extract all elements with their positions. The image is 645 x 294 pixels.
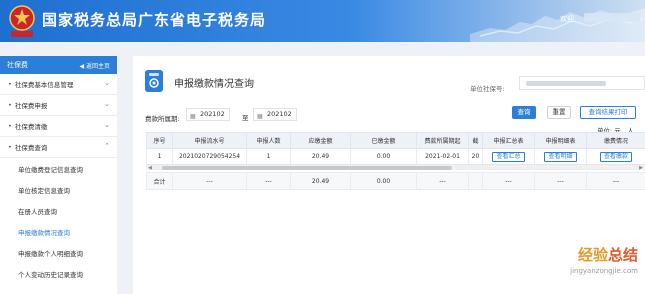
sidebar-subitem-personal-history[interactable]: 个人变动历史记录查询 — [0, 263, 117, 284]
tax-emblem-icon — [9, 5, 35, 37]
summary-cell: --- — [416, 172, 469, 190]
chevron-down-icon: ⌄ — [104, 79, 110, 87]
sidebar-item-label: 社保费申报 — [14, 102, 48, 110]
watermark-url: jingyanzongjie.com — [570, 267, 638, 275]
table-cell: 1 — [146, 148, 173, 165]
calendar-icon: ▦ — [190, 113, 196, 120]
bullet-icon: • — [8, 101, 12, 109]
table-summary-row: 合计 --- --- 20.49 0.00 --- --- --- --- — [146, 172, 645, 190]
sidebar-item-query[interactable]: • 社保费查询 ⌃ — [0, 137, 117, 158]
calendar-icon: ▦ — [257, 113, 263, 120]
column-header: 截 — [468, 132, 483, 149]
sidebar-subitem-unit-registration[interactable]: 单位缴费登记信息查询 — [0, 158, 117, 179]
table-cell: 2021-02-01 — [416, 148, 469, 165]
date-from-input[interactable]: ▦ 202102 — [186, 108, 230, 121]
chevron-down-icon: ⌄ — [104, 121, 110, 129]
welcome-text: 欢迎, — [560, 15, 577, 23]
table-cell: 查看缴款 — [586, 148, 645, 165]
table-cell: 0.00 — [350, 148, 417, 165]
date-range-separator: 至 — [242, 114, 249, 122]
summary-cell: --- — [534, 172, 587, 190]
site-title: 国家税务总局广东省电子税务局 — [42, 11, 267, 29]
table-horizontal-scrollbar[interactable]: ◀ ▶ — [146, 164, 645, 171]
site-watermark: 经验总结 jingyanzongjie.com — [478, 244, 638, 275]
unit-social-security-label: 单位社保号: — [470, 85, 505, 93]
reset-button[interactable]: 重置 — [547, 106, 571, 119]
date-from-value: 202102 — [200, 110, 225, 118]
scrollbar-thumb[interactable] — [162, 166, 452, 170]
summary-cell: 0.00 — [350, 172, 417, 190]
summary-cell: --- — [172, 172, 247, 190]
watermark-logo-text: 经验总结 — [577, 246, 638, 264]
view-summary-button[interactable]: 查看汇总 — [492, 151, 525, 162]
column-header: 申报明细表 — [534, 132, 587, 149]
sidebar-item-declare[interactable]: • 社保费申报 ⌄ — [0, 95, 117, 116]
summary-cell — [468, 172, 483, 190]
query-button[interactable]: 查询 — [512, 106, 536, 119]
username-redacted — [584, 13, 640, 22]
results-table: 序号 申报流水号 申报人数 应缴金额 已缴金额 费款所属期起 截 申报汇总表 申… — [146, 132, 645, 190]
sidebar-item-basic-info[interactable]: • 社保费基本信息管理 ⌄ — [0, 74, 117, 95]
table-row: 1 2021020729054254 1 20.49 0.00 2021-02-… — [146, 148, 645, 165]
column-header: 已缴金额 — [350, 132, 417, 149]
page-title: 申报缴款情况查询 — [174, 79, 254, 90]
unit-number-redacted — [526, 81, 606, 86]
table-cell: 查看明细 — [534, 148, 587, 165]
column-header: 申报人数 — [246, 132, 291, 149]
date-to-value: 202102 — [267, 110, 292, 118]
print-results-button[interactable]: 查询结果打印 — [580, 106, 636, 119]
back-home-link[interactable]: ◀ 返回主页 — [79, 61, 110, 70]
view-detail-button[interactable]: 查看明细 — [544, 151, 577, 162]
sidebar: 社保费 ◀ 返回主页 • 社保费基本信息管理 ⌄ • 社保费申报 ⌄ • 社保费… — [0, 56, 117, 294]
column-header: 申报流水号 — [172, 132, 247, 149]
sidebar-subitem-unit-verification[interactable]: 单位核定信息查询 — [0, 179, 117, 200]
app-header: 国家税务总局广东省电子税务局 欢迎, — [0, 0, 645, 42]
bullet-icon: • — [8, 80, 12, 88]
table-cell: 20 — [468, 148, 483, 165]
sidebar-item-label: 社保费查询 — [14, 144, 48, 152]
summary-cell: --- — [246, 172, 291, 190]
column-header: 费款所属期起 — [416, 132, 469, 149]
sidebar-item-label: 社保费清缴 — [14, 123, 48, 131]
bullet-icon: • — [8, 122, 12, 130]
document-search-icon — [145, 70, 163, 92]
column-header: 序号 — [146, 132, 173, 149]
column-header: 申报汇总表 — [482, 132, 535, 149]
column-header: 缴费情况 — [586, 132, 645, 149]
summary-cell: 合计 — [146, 172, 173, 190]
summary-cell: --- — [586, 172, 645, 190]
sidebar-subitem-declaration-payment[interactable]: 申报缴款情况查询 — [0, 221, 117, 242]
period-label: 费款所属期: — [145, 115, 180, 123]
sidebar-item-label: 社保费基本信息管理 — [14, 81, 74, 89]
table-header-row: 序号 申报流水号 申报人数 应缴金额 已缴金额 费款所属期起 截 申报汇总表 申… — [146, 132, 645, 149]
table-cell: 1 — [246, 148, 291, 165]
sidebar-item-settle[interactable]: • 社保费清缴 ⌄ — [0, 116, 117, 137]
sidebar-header: 社保费 ◀ 返回主页 — [0, 56, 117, 74]
scroll-left-icon[interactable]: ◀ — [148, 165, 152, 171]
date-to-input[interactable]: ▦ 202102 — [253, 108, 297, 121]
summary-cell: 20.49 — [290, 172, 351, 190]
table-cell: 2021020729054254 — [172, 148, 247, 165]
table-cell: 20.49 — [290, 148, 351, 165]
chevron-down-icon: ⌄ — [104, 100, 110, 108]
summary-cell: --- — [482, 172, 535, 190]
table-cell: 查看汇总 — [482, 148, 535, 165]
column-header: 应缴金额 — [290, 132, 351, 149]
sidebar-subitem-enrolled-staff[interactable]: 在册人员查询 — [0, 200, 117, 221]
sidebar-subitem-personal-detail[interactable]: 申报缴款个人明细查询 — [0, 242, 117, 263]
bullet-icon: • — [8, 143, 12, 151]
chevron-up-icon: ⌃ — [104, 142, 110, 150]
sidebar-heading: 社保费 — [7, 61, 28, 69]
scroll-right-icon[interactable]: ▶ — [639, 165, 643, 171]
view-payment-button[interactable]: 查看缴款 — [599, 151, 632, 162]
unit-social-security-select[interactable] — [519, 76, 645, 90]
